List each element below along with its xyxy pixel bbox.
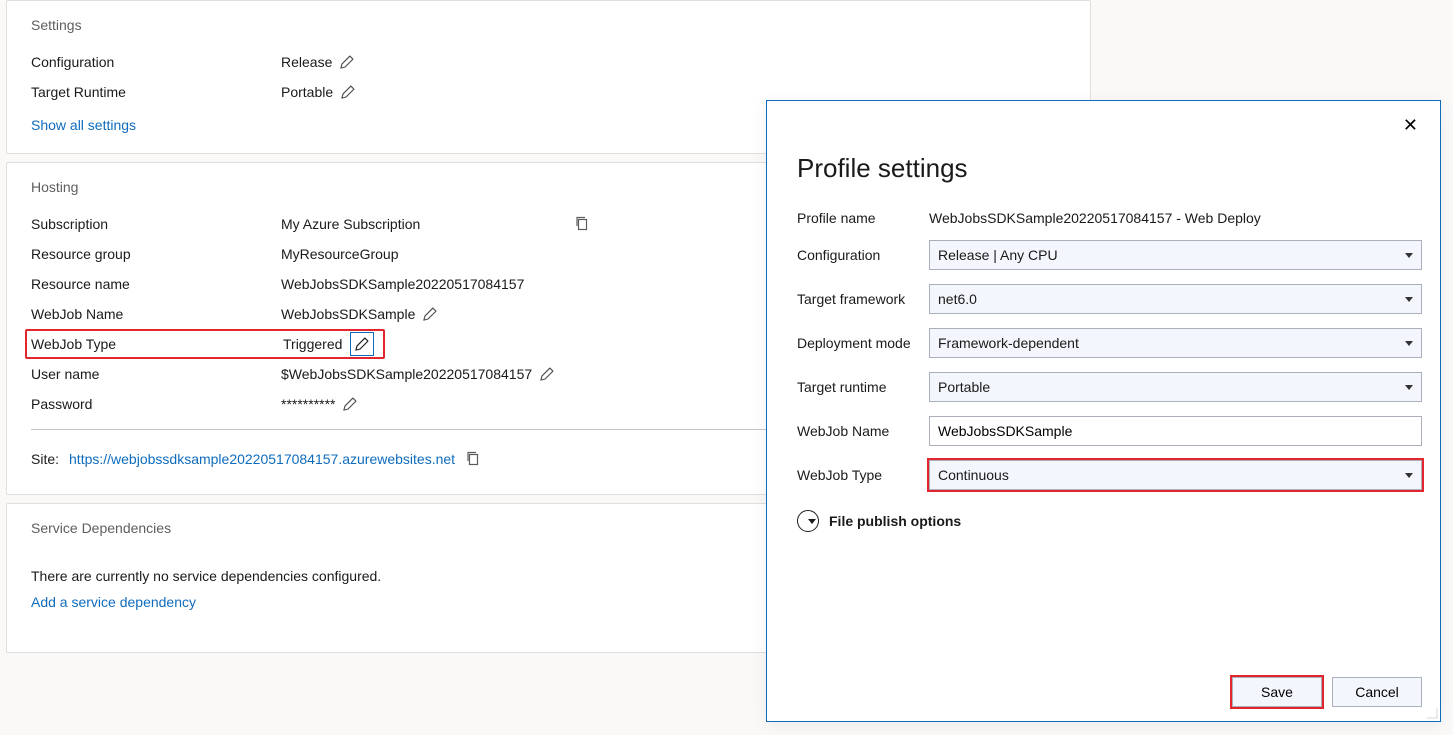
field-label: Configuration: [797, 247, 929, 263]
resize-grip-icon[interactable]: [1426, 707, 1438, 719]
deployment-mode-select[interactable]: Framework-dependent: [929, 328, 1422, 358]
row-value: MyResourceGroup: [281, 246, 399, 262]
settings-card-title: Settings: [31, 17, 1066, 33]
target-runtime-select[interactable]: Portable: [929, 372, 1422, 402]
webjob-type-row-highlighted: WebJob Type Triggered: [25, 329, 385, 359]
copy-icon[interactable]: [465, 450, 481, 469]
row-label: Configuration: [31, 54, 281, 70]
save-button[interactable]: Save: [1232, 677, 1322, 707]
field-label: Profile name: [797, 210, 929, 226]
profile-name-value: WebJobsSDKSample20220517084157 - Web Dep…: [929, 210, 1422, 226]
site-url-link[interactable]: https://webjobssdksample20220517084157.a…: [69, 451, 455, 467]
pencil-icon[interactable]: [540, 367, 554, 381]
field-label: Deployment mode: [797, 335, 929, 351]
chevron-down-icon: [1405, 385, 1413, 390]
row-value: Release: [281, 54, 332, 70]
chevron-down-icon: [797, 510, 819, 532]
webjob-name-input[interactable]: [929, 416, 1422, 446]
close-icon[interactable]: ✕: [1397, 115, 1424, 135]
chevron-down-icon: [1405, 253, 1413, 258]
expander-label: File publish options: [829, 513, 961, 529]
row-label: Target Runtime: [31, 84, 281, 100]
row-value: $WebJobsSDKSample20220517084157: [281, 366, 532, 382]
copy-icon[interactable]: [574, 215, 590, 234]
dialog-title: Profile settings: [797, 153, 1422, 184]
pencil-icon[interactable]: [350, 332, 374, 356]
row-value: Triggered: [283, 336, 342, 352]
pencil-icon[interactable]: [423, 307, 437, 321]
row-label: Subscription: [31, 216, 281, 232]
field-label: Target runtime: [797, 379, 929, 395]
pencil-icon[interactable]: [343, 397, 357, 411]
select-value: Portable: [938, 379, 990, 395]
field-label: WebJob Type: [797, 467, 929, 483]
site-label: Site:: [31, 451, 59, 467]
row-label: Resource group: [31, 246, 281, 262]
target-framework-select[interactable]: net6.0: [929, 284, 1422, 314]
row-value: My Azure Subscription: [281, 216, 566, 232]
pencil-icon[interactable]: [341, 85, 355, 99]
row-label: WebJob Type: [31, 336, 283, 352]
select-value: net6.0: [938, 291, 977, 307]
pencil-icon[interactable]: [340, 55, 354, 69]
field-label: Target framework: [797, 291, 929, 307]
row-label: Resource name: [31, 276, 281, 292]
chevron-down-icon: [1405, 341, 1413, 346]
chevron-down-icon: [1405, 297, 1413, 302]
select-value: Continuous: [938, 467, 1009, 483]
row-label: User name: [31, 366, 281, 382]
chevron-down-icon: [1405, 473, 1413, 478]
file-publish-options-expander[interactable]: File publish options: [797, 510, 1422, 532]
configuration-select[interactable]: Release | Any CPU: [929, 240, 1422, 270]
select-value: Framework-dependent: [938, 335, 1079, 351]
cancel-button[interactable]: Cancel: [1332, 677, 1422, 707]
select-value: Release | Any CPU: [938, 247, 1058, 263]
row-label: WebJob Name: [31, 306, 281, 322]
profile-settings-dialog: ✕ Profile settings Profile name WebJobsS…: [766, 100, 1441, 722]
row-value: Portable: [281, 84, 333, 100]
row-value: **********: [281, 396, 335, 412]
row-value: WebJobsSDKSample: [281, 306, 415, 322]
webjob-type-select[interactable]: Continuous: [929, 460, 1422, 490]
row-label: Password: [31, 396, 281, 412]
field-label: WebJob Name: [797, 423, 929, 439]
row-value: WebJobsSDKSample20220517084157: [281, 276, 524, 292]
